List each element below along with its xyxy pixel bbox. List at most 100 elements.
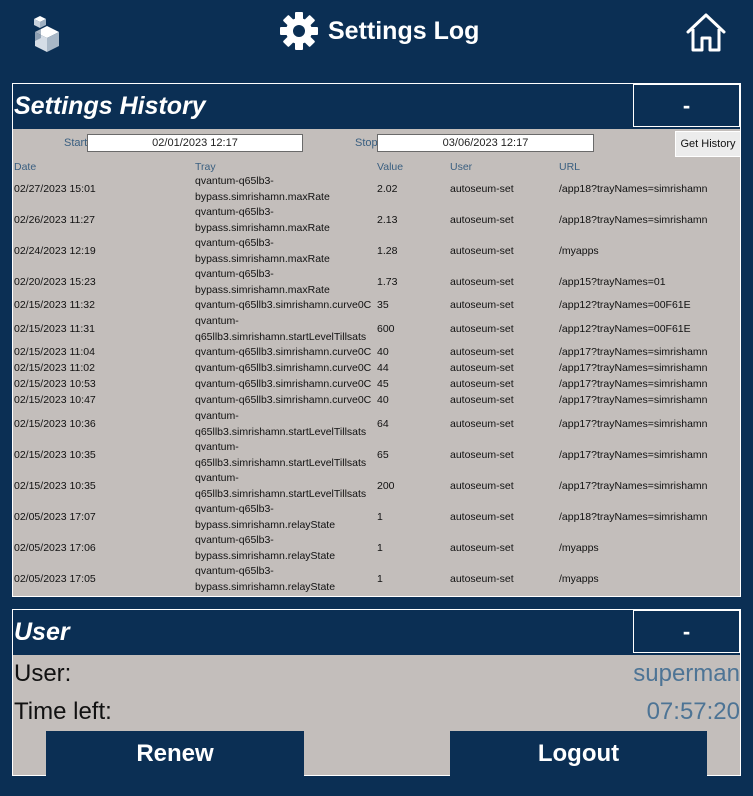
start-date-input[interactable]: 02/01/2023 12:17 [87,134,303,152]
cell-url: /app18?trayNames=simrishamn [559,214,708,226]
cell-url: /app17?trayNames=simrishamn [559,449,708,461]
start-label: Start [64,137,88,149]
cell-url: /app17?trayNames=simrishamn [559,480,708,492]
table-row: 02/15/2023 10:53 qvantum-q65llb3.simrisha… [13,377,740,393]
cell-tray: qvantum-q65lb3-bypass.simrishamn.relaySt… [195,503,336,531]
cell-value: 2.13 [377,214,398,226]
cell-value: 1 [377,573,383,585]
cell-date: 02/15/2023 10:35 [14,480,96,492]
cell-tray: qvantum-q65llb3.simrishamn.startLevelTil… [195,441,367,469]
stop-label: Stop [355,137,378,149]
table-row: 02/15/2023 10:35 qvantum-q65llb3.simrisha… [13,471,740,502]
cell-url: /app18?trayNames=simrishamn [559,183,708,195]
cell-tray: qvantum-q65llb3.simrishamn.curve0C [195,394,372,406]
cell-tray: qvantum-q65llb3.simrishamn.curve0C [195,362,372,374]
history-table-header: Date Tray Value User URL [13,158,740,174]
cell-user: autoseum-set [450,214,514,226]
cell-user: autoseum-set [450,245,514,257]
gear-icon [280,12,318,50]
time-left-value: 07:57:20 [646,698,740,725]
cell-tray: qvantum-q65llb3.simrishamn.curve0C [195,378,372,390]
cell-value: 40 [377,394,389,406]
history-table-body: 02/27/2023 15:01 qvantum-q65lb3-bypass.si… [13,174,740,595]
cell-url: /myapps [559,573,599,585]
cell-date: 02/05/2023 17:05 [14,573,96,585]
cell-date: 02/15/2023 10:35 [14,449,96,461]
settings-history-header: Settings History - [13,84,740,129]
cell-url: /app17?trayNames=simrishamn [559,346,708,358]
cell-user: autoseum-set [450,511,514,523]
table-row: 02/15/2023 10:36 qvantum-q65llb3.simrisha… [13,409,740,440]
cell-value: 1.73 [377,276,398,288]
cell-url: /app18?trayNames=simrishamn [559,511,708,523]
cell-tray: qvantum-q65llb3.simrishamn.startLevelTil… [195,315,367,343]
column-header-url: URL [559,161,581,173]
cell-user: autoseum-set [450,299,514,311]
cell-user: autoseum-set [450,276,514,288]
cell-user: autoseum-set [450,542,514,554]
cell-date: 02/05/2023 17:07 [14,511,96,523]
top-bar: Settings Log [0,0,753,70]
cell-tray: qvantum-q65llb3.simrishamn.curve0C [195,346,372,358]
settings-history-collapse-button[interactable]: - [633,84,740,127]
table-row: 02/26/2023 11:27 qvantum-q65lb3-bypass.si… [13,205,740,236]
user-row: User: superman [14,660,740,690]
user-panel-header: User - [13,610,740,655]
cell-user: autoseum-set [450,449,514,461]
cell-tray: qvantum-q65lb3-bypass.simrishamn.maxRate [195,268,330,296]
cell-user: autoseum-set [450,378,514,390]
cell-user: autoseum-set [450,346,514,358]
title-group: Settings Log [278,10,479,52]
cell-date: 02/24/2023 12:19 [14,245,96,257]
cell-date: 02/15/2023 11:02 [14,362,95,374]
table-row: 02/15/2023 11:02 qvantum-q65llb3.simrisha… [13,361,740,377]
cell-url: /app17?trayNames=simrishamn [559,418,708,430]
cell-date: 02/15/2023 11:04 [14,346,95,358]
cell-tray: qvantum-q65lb3-bypass.simrishamn.maxRate [195,206,330,234]
table-row: 02/15/2023 11:32 qvantum-q65llb3.simrisha… [13,298,740,314]
table-row: 02/27/2023 15:01 qvantum-q65lb3-bypass.si… [13,174,740,205]
renew-button[interactable]: Renew [46,731,304,776]
cell-value: 1.28 [377,245,398,257]
table-row: 02/15/2023 10:35 qvantum-q65llb3.simrisha… [13,440,740,471]
cell-date: 02/27/2023 15:01 [14,183,96,195]
table-row: 02/15/2023 11:04 qvantum-q65llb3.simrisha… [13,345,740,361]
cell-value: 65 [377,449,389,461]
cell-url: /app15?trayNames=01 [559,276,666,288]
cell-tray: qvantum-q65lb3-bypass.simrishamn.maxRate [195,237,330,265]
cell-date: 02/15/2023 11:31 [14,323,95,335]
column-header-tray: Tray [195,161,216,173]
table-row: 02/05/2023 17:07 qvantum-q65lb3-bypass.si… [13,502,740,533]
cell-value: 40 [377,346,389,358]
cell-url: /app17?trayNames=simrishamn [559,362,708,374]
cell-date: 02/15/2023 11:32 [14,299,95,311]
user-panel-title: User [14,618,70,646]
cell-date: 02/15/2023 10:53 [14,378,96,390]
home-icon[interactable] [684,10,728,54]
cell-tray: qvantum-q65llb3.simrishamn.curve0C [195,299,372,311]
cell-date: 02/15/2023 10:47 [14,394,96,406]
cell-value: 44 [377,362,389,374]
table-row: 02/05/2023 17:05 qvantum-q65lb3-bypass.si… [13,564,740,595]
cell-tray: qvantum-q65lb3-bypass.simrishamn.maxRate [195,175,330,203]
table-row: 02/20/2023 15:23 qvantum-q65lb3-bypass.si… [13,267,740,298]
cell-user: autoseum-set [450,573,514,585]
cell-date: 02/05/2023 17:06 [14,542,96,554]
cell-url: /app12?trayNames=00F61E [559,323,691,335]
column-header-user: User [450,161,473,173]
user-panel: User - User: superman Time left: 07:57:2… [12,609,741,776]
cell-date: 02/26/2023 11:27 [14,214,95,226]
cell-user: autoseum-set [450,323,514,335]
logout-button[interactable]: Logout [450,731,707,776]
stop-date-input[interactable]: 03/06/2023 12:17 [377,134,594,152]
time-left-label: Time left: [14,698,112,725]
cell-value: 64 [377,418,389,430]
cell-user: autoseum-set [450,183,514,195]
cell-tray: qvantum-q65lb3-bypass.simrishamn.relaySt… [195,534,336,562]
user-panel-collapse-button[interactable]: - [633,610,740,653]
get-history-button[interactable]: Get History [675,131,741,157]
cell-value: 2.02 [377,183,398,195]
cube-logo-icon[interactable] [26,12,68,54]
table-row: 02/15/2023 11:31 qvantum-q65llb3.simrisha… [13,314,740,345]
date-range-row: Start 02/01/2023 12:17 Stop 03/06/2023 1… [13,130,741,158]
